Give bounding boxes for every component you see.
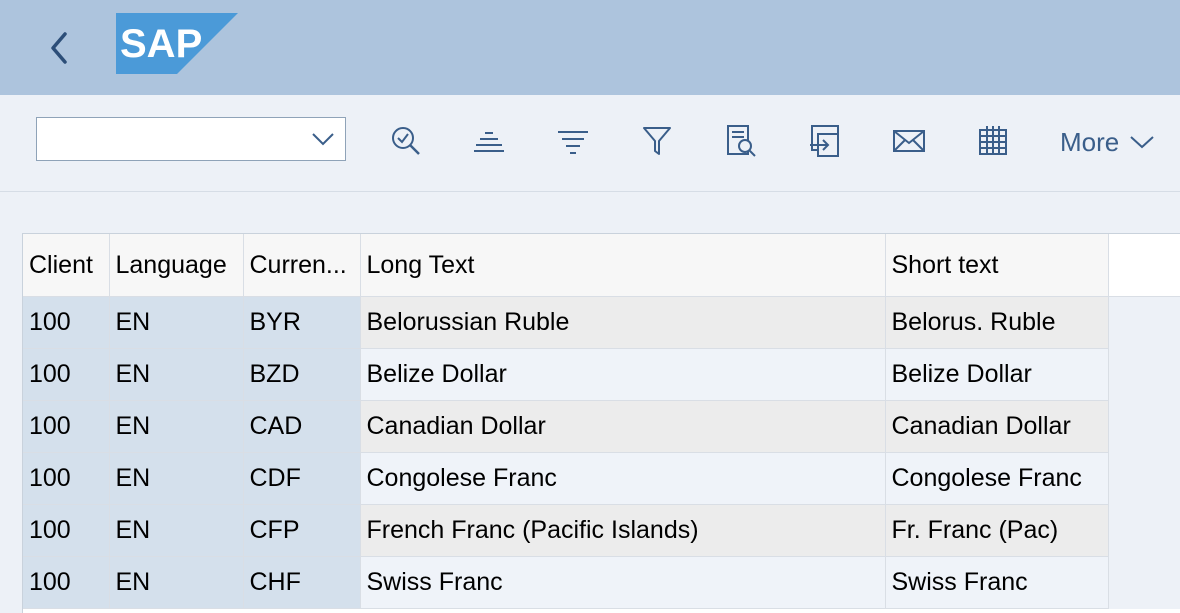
column-header-client[interactable]: Client	[23, 234, 110, 297]
table-row[interactable]: 100 EN BYR Belorussian Ruble Belorus. Ru…	[23, 296, 1180, 349]
cell-client[interactable]: 100	[23, 296, 110, 349]
column-header-long-text[interactable]: Long Text	[360, 234, 886, 297]
cell-language[interactable]: EN	[109, 296, 244, 349]
more-label: More	[1060, 126, 1120, 157]
spreadsheet-button[interactable]	[975, 123, 1011, 159]
cell-filler	[1108, 400, 1180, 453]
sort-button[interactable]	[555, 123, 591, 159]
cell-filler	[1108, 504, 1180, 557]
cell-filler	[1108, 296, 1180, 349]
cell-currency[interactable]: CAD	[243, 400, 361, 453]
cell-client[interactable]: 100	[23, 400, 110, 453]
sort-icon	[558, 131, 588, 154]
table-row[interactable]: 100 EN CAD Canadian Dollar Canadian Doll…	[23, 400, 1180, 453]
filter-icon	[643, 127, 671, 155]
search-button[interactable]	[388, 123, 424, 159]
toolbar: More	[0, 95, 1180, 192]
table-row[interactable]: 100 EN CDF Congolese Franc Congolese Fra…	[23, 452, 1180, 505]
cell-currency[interactable]: CHF	[243, 556, 361, 609]
cell-currency[interactable]: BZD	[243, 348, 361, 401]
cell-filler	[1108, 556, 1180, 609]
export-icon	[810, 125, 839, 157]
cell-language[interactable]: EN	[109, 348, 244, 401]
more-button[interactable]: More	[1060, 125, 1155, 159]
align-center-icon	[474, 132, 504, 152]
chevron-down-icon	[312, 133, 334, 146]
print-preview-icon	[727, 125, 756, 157]
column-header-currency[interactable]: Curren...	[243, 234, 361, 297]
cell-short-text[interactable]: Belize Dollar	[885, 348, 1109, 401]
cell-filler	[1108, 348, 1180, 401]
cell-short-text[interactable]: Fr. Franc (Pac)	[885, 504, 1109, 557]
column-header-short-text[interactable]: Short text	[885, 234, 1109, 297]
cell-long-text[interactable]: Canadian Dollar	[360, 400, 886, 453]
cell-long-text[interactable]: Congolese Franc	[360, 452, 886, 505]
cell-long-text[interactable]: Belorussian Ruble	[360, 296, 886, 349]
cell-language[interactable]: EN	[109, 556, 244, 609]
filter-button[interactable]	[639, 123, 675, 159]
mail-button[interactable]	[891, 123, 927, 159]
cell-long-text[interactable]: French Franc (Pacific Islands)	[360, 504, 886, 557]
cell-short-text[interactable]: Belorus. Ruble	[885, 296, 1109, 349]
center-button[interactable]	[471, 123, 507, 159]
column-header-language[interactable]: Language	[109, 234, 244, 297]
cell-filler	[1108, 452, 1180, 505]
logo-text: SAP	[120, 22, 202, 66]
print-preview-button[interactable]	[723, 123, 759, 159]
data-table: Client Language Curren... Long Text Shor…	[22, 233, 1180, 613]
cell-client[interactable]: 100	[23, 452, 110, 505]
mail-icon	[893, 130, 925, 152]
table-row[interactable]: 100 EN BZD Belize Dollar Belize Dollar	[23, 348, 1180, 401]
table-row[interactable]: 100 EN CFP French Franc (Pacific Islands…	[23, 504, 1180, 557]
layout-select[interactable]	[36, 117, 346, 161]
chevron-left-icon	[51, 32, 67, 64]
cell-language[interactable]: EN	[109, 400, 244, 453]
shell-bar: SAP	[0, 0, 1180, 95]
cell-currency[interactable]: CDF	[243, 452, 361, 505]
cell-short-text[interactable]: Canadian Dollar	[885, 400, 1109, 453]
cell-client[interactable]: 100	[23, 504, 110, 557]
table-row[interactable]: 100 EN CHF Swiss Franc Swiss Franc	[23, 556, 1180, 609]
cell-long-text[interactable]: Belize Dollar	[360, 348, 886, 401]
export-button[interactable]	[807, 123, 843, 159]
chevron-down-icon	[1130, 136, 1154, 149]
cell-currency[interactable]: BYR	[243, 296, 361, 349]
cell-client[interactable]: 100	[23, 348, 110, 401]
column-header-filler	[1108, 234, 1180, 297]
sap-logo: SAP	[116, 13, 238, 74]
cell-client[interactable]: 100	[23, 556, 110, 609]
cell-currency[interactable]: CFP	[243, 504, 361, 557]
table-header-row: Client Language Curren... Long Text Shor…	[23, 234, 1180, 297]
cell-language[interactable]: EN	[109, 504, 244, 557]
cell-short-text[interactable]: Swiss Franc	[885, 556, 1109, 609]
cell-long-text[interactable]: Swiss Franc	[360, 556, 886, 609]
back-button[interactable]	[40, 28, 78, 68]
search-icon	[392, 127, 420, 155]
cell-short-text[interactable]: Congolese Franc	[885, 452, 1109, 505]
spreadsheet-icon	[979, 126, 1007, 155]
cell-language[interactable]: EN	[109, 452, 244, 505]
